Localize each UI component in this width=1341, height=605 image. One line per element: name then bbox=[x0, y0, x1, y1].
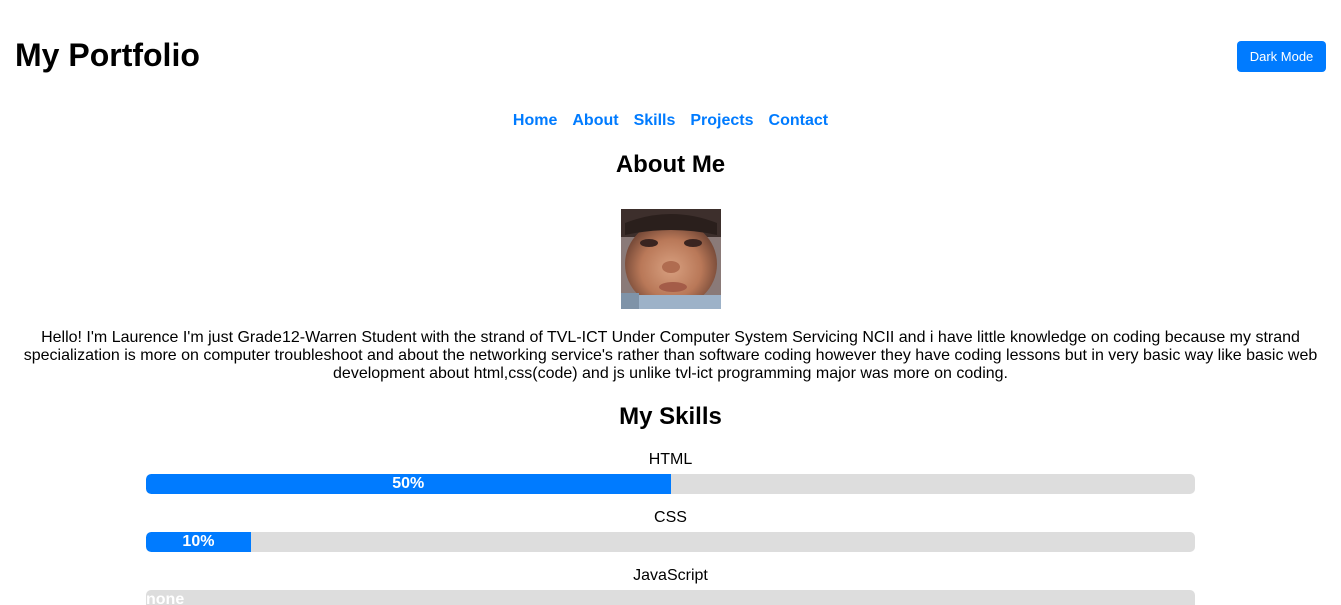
skill-fill-css: 10% bbox=[146, 532, 251, 552]
site-header: My Portfolio Dark Mode bbox=[0, 0, 1341, 100]
skill-bar-html: 50% bbox=[146, 474, 1195, 494]
site-title: My Portfolio bbox=[15, 37, 200, 73]
nav-link-about[interactable]: About bbox=[572, 110, 618, 132]
skill-name-css: CSS bbox=[654, 509, 687, 526]
nav-link-contact[interactable]: Contact bbox=[769, 110, 829, 132]
skill-fill-html: 50% bbox=[146, 474, 671, 494]
skill-bar-javascript: none bbox=[146, 590, 1195, 605]
skills-heading: My Skills bbox=[619, 403, 722, 430]
page: My Portfolio Dark Mode Home About Skills… bbox=[0, 0, 1341, 605]
nav-link-projects[interactable]: Projects bbox=[690, 110, 753, 132]
about-heading: About Me bbox=[615, 151, 726, 178]
nav-link-home[interactable]: Home bbox=[513, 110, 557, 132]
nav-link-skills[interactable]: Skills bbox=[634, 110, 676, 132]
dark-mode-button[interactable]: Dark Mode bbox=[1237, 41, 1326, 72]
skill-fill-javascript: none bbox=[146, 591, 185, 605]
skill-name-javascript: JavaScript bbox=[633, 567, 708, 584]
profile-photo-image bbox=[621, 209, 721, 309]
profile-photo bbox=[621, 209, 721, 309]
main-nav: Home About Skills Projects Contact bbox=[0, 110, 1341, 132]
about-bio: Hello! I'm Laurence I'm just Grade12-War… bbox=[23, 329, 1318, 382]
skill-name-html: HTML bbox=[648, 451, 693, 468]
skill-bar-css: 10% bbox=[146, 532, 1195, 552]
